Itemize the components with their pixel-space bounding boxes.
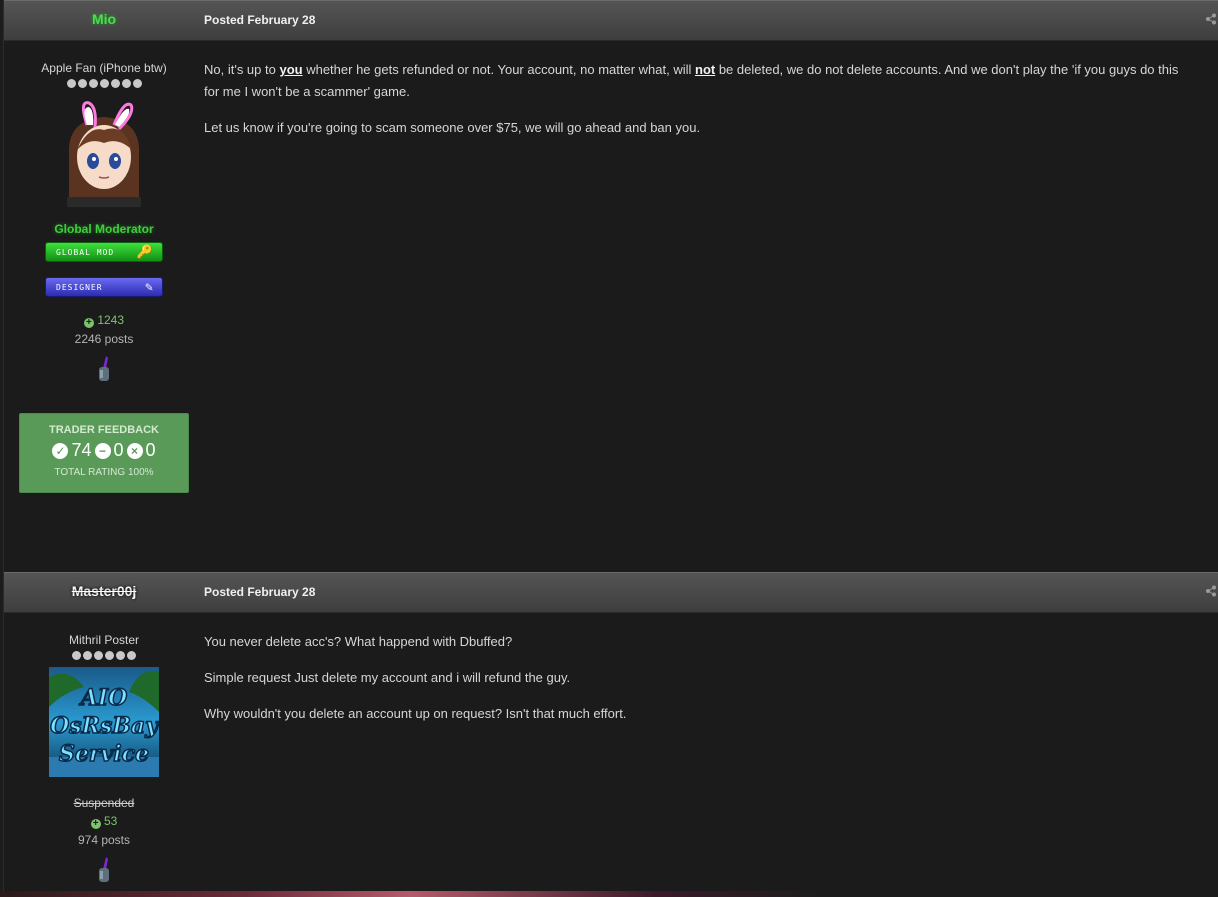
post-date[interactable]: Posted February 28	[204, 585, 315, 599]
designer-badge: DESIGNER ✎	[45, 277, 163, 297]
rank-pip	[110, 79, 120, 88]
post-count: 974 posts	[77, 833, 131, 847]
reputation-count: 1243	[97, 313, 125, 327]
post-paragraph: Let us know if you're going to scam some…	[204, 120, 701, 135]
trader-feedback-counts: ✓ 74 − 0 × 0	[20, 440, 188, 461]
reputation[interactable]: + 1243	[4, 313, 204, 328]
rank-pip	[66, 79, 76, 88]
rank-pip	[127, 651, 136, 660]
post-content: You never delete acc's? What happend wit…	[204, 612, 1194, 739]
rank-icon	[99, 857, 109, 882]
key-icon: 🔑	[136, 245, 154, 260]
rank-pips	[4, 651, 204, 660]
reputation-count: 53	[103, 814, 118, 828]
rank-pip	[72, 651, 81, 660]
total-rating: TOTAL RATING 100%	[54, 467, 154, 478]
trader-feedback-box[interactable]: TRADER FEEDBACK ✓ 74 − 0 × 0 TOTAL RATIN…	[19, 413, 189, 493]
rank-pip	[88, 79, 98, 88]
rank-pip	[77, 79, 87, 88]
post-paragraph: No, it's up to you whether he gets refun…	[204, 59, 1194, 103]
badge-label: DESIGNER	[56, 283, 103, 292]
user-title: Mithril Poster	[68, 633, 139, 647]
post: Mio Posted February 28 Apple Fan (iPhone…	[3, 0, 1218, 572]
rank-pip	[99, 79, 109, 88]
rank-pip	[116, 651, 125, 660]
x-icon: ×	[126, 442, 143, 459]
share-icon[interactable]	[1205, 13, 1217, 25]
neutral-count: 0	[113, 440, 124, 460]
global-mod-badge: GLOBAL MOD 🔑	[45, 242, 163, 262]
check-icon: ✓	[52, 442, 69, 459]
emphasis-text: not	[695, 62, 716, 77]
rank-pips	[4, 79, 204, 88]
post: Master00j Posted February 28 Mithril Pos…	[3, 572, 1218, 897]
minus-icon: −	[94, 442, 111, 459]
user-title: Apple Fan (iPhone btw)	[41, 61, 167, 75]
post-content: No, it's up to you whether he gets refun…	[204, 40, 1194, 153]
post-paragraph: You never delete acc's? What happend wit…	[204, 634, 513, 649]
badge-label: GLOBAL MOD	[56, 248, 115, 257]
pencil-icon: ✎	[145, 280, 154, 295]
rank-pip	[132, 79, 142, 88]
emphasis-text: you	[279, 62, 303, 77]
avatar[interactable]	[49, 95, 159, 207]
trader-feedback-title: TRADER FEEDBACK	[49, 424, 159, 436]
post-date[interactable]: Posted February 28	[204, 13, 315, 27]
rank-pip	[105, 651, 114, 660]
post-count: 2246 posts	[74, 332, 134, 346]
rank-pip	[121, 79, 131, 88]
plus-icon: +	[90, 819, 101, 829]
text-segment: No, it's up to	[204, 62, 280, 77]
positive-count: 74	[71, 440, 92, 460]
post-header: Master00j Posted February 28	[4, 572, 1218, 613]
author-panel: Apple Fan (iPhone btw) Global Moderator …	[4, 40, 204, 493]
reputation[interactable]: + 53	[4, 814, 204, 829]
avatar[interactable]: AIO OsRsBay Service	[49, 667, 161, 777]
avatar-line-2: OsRsBay	[50, 713, 159, 739]
negative-count: 0	[145, 440, 156, 460]
background-image-strip	[0, 891, 820, 897]
share-icon[interactable]	[1205, 585, 1217, 597]
avatar-line-1: AIO	[79, 685, 128, 711]
author-username[interactable]: Mio	[4, 11, 204, 27]
plus-icon: +	[83, 318, 94, 328]
avatar-line-3: Service	[59, 741, 149, 767]
author-panel: Mithril Poster AIO OsRsBay Service Suspe…	[4, 612, 204, 890]
rank-pip	[83, 651, 92, 660]
rank-icon	[99, 356, 109, 381]
text-segment: whether he gets refunded or not. Your ac…	[302, 62, 695, 77]
rank-pip	[94, 651, 103, 660]
user-status: Suspended	[73, 796, 135, 810]
user-group: Global Moderator	[54, 222, 154, 236]
post-paragraph: Why wouldn't you delete an account up on…	[204, 706, 627, 721]
author-username[interactable]: Master00j	[4, 583, 204, 599]
post-header: Mio Posted February 28	[4, 0, 1218, 41]
post-paragraph: Simple request Just delete my account an…	[204, 670, 571, 685]
